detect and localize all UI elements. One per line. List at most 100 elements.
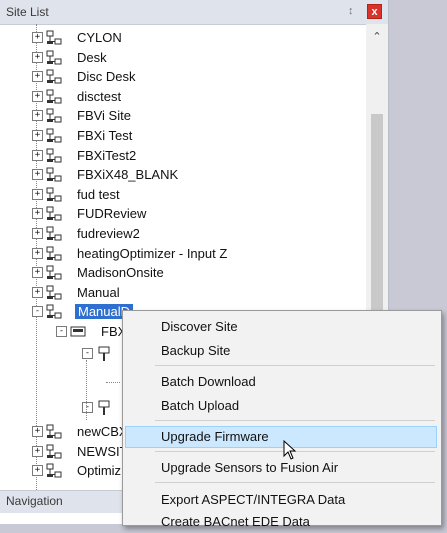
- site-network-icon: [46, 424, 62, 440]
- menu-item-export-aspect-integra-data[interactable]: Export ASPECT/INTEGRA Data: [125, 489, 437, 511]
- tree-branch-line: [106, 382, 120, 383]
- menu-item-backup-site[interactable]: Backup Site: [125, 340, 437, 362]
- expand-icon[interactable]: +: [32, 465, 43, 477]
- tree-node[interactable]: + CYLON: [32, 28, 362, 48]
- expand-icon[interactable]: +: [32, 247, 43, 259]
- tree-node[interactable]: + FBXiTest2: [32, 146, 362, 166]
- collapse-icon[interactable]: -: [32, 306, 43, 318]
- tree-node[interactable]: + heatingOptimizer - Input Z: [32, 244, 362, 264]
- tree-node[interactable]: + MadisonOnsite: [32, 263, 362, 283]
- site-network-icon: [46, 285, 62, 301]
- tree-node[interactable]: + disctest: [32, 87, 362, 107]
- tree-node-label[interactable]: fud test: [77, 187, 120, 202]
- site-network-icon: [46, 148, 62, 164]
- expand-icon[interactable]: +: [32, 149, 43, 161]
- expand-icon[interactable]: +: [32, 169, 43, 181]
- tree-node[interactable]: + Manual: [32, 283, 362, 303]
- site-network-icon: [46, 108, 62, 124]
- tree-node-label[interactable]: Disc Desk: [77, 69, 136, 84]
- expand-icon[interactable]: +: [32, 286, 43, 298]
- menu-item-batch-upload[interactable]: Batch Upload: [125, 395, 437, 417]
- tree-node-label[interactable]: disctest: [77, 89, 121, 104]
- menu-separator: [155, 420, 435, 421]
- scroll-thumb[interactable]: [371, 114, 383, 314]
- site-network-icon: [46, 128, 62, 144]
- tree-branch-line: [86, 360, 87, 420]
- site-network-icon: [46, 444, 62, 460]
- tree-node-label[interactable]: FBXi Test: [77, 128, 132, 143]
- menu-item-discover-site[interactable]: Discover Site: [125, 316, 437, 338]
- tree-node[interactable]: + FUDReview: [32, 204, 362, 224]
- tree-node-label[interactable]: Optimiz: [77, 463, 121, 478]
- tree-node[interactable]: + Desk: [32, 48, 362, 68]
- expand-icon[interactable]: +: [32, 110, 43, 122]
- tree-node[interactable]: + FBXiX48_BLANK: [32, 165, 362, 185]
- expand-icon[interactable]: +: [32, 208, 43, 220]
- expand-icon[interactable]: +: [32, 90, 43, 102]
- menu-item-label: Batch Upload: [161, 398, 240, 413]
- tree-node-label[interactable]: FBXiX48_BLANK: [77, 167, 178, 182]
- expand-icon[interactable]: +: [32, 267, 43, 279]
- menu-item-label: Upgrade Sensors to Fusion Air: [161, 460, 339, 475]
- site-network-icon: [46, 463, 62, 479]
- site-network-icon: [46, 226, 62, 242]
- menu-separator: [155, 365, 435, 366]
- site-network-icon: [46, 69, 62, 85]
- navigation-label: Navigation: [6, 494, 63, 508]
- expand-icon[interactable]: +: [32, 228, 43, 239]
- tree-node-label[interactable]: Manual: [77, 285, 120, 300]
- menu-item-label: Batch Download: [161, 374, 256, 389]
- tree-node[interactable]: + fudreview2: [32, 224, 362, 244]
- tree-node[interactable]: + FBVi Site: [32, 106, 362, 126]
- tree-node-label[interactable]: heatingOptimizer - Input Z: [77, 246, 227, 261]
- collapse-icon[interactable]: -: [56, 326, 67, 337]
- tree-node-label[interactable]: CYLON: [77, 30, 122, 45]
- controller-icon: [70, 324, 86, 340]
- menu-item-label: Backup Site: [161, 343, 231, 358]
- tree-node-label[interactable]: Desk: [77, 50, 107, 65]
- menu-item-upgrade-firmware[interactable]: Upgrade Firmware: [125, 426, 437, 448]
- menu-item-label: Discover Site: [161, 319, 238, 334]
- tree-node-label[interactable]: FBVi Site: [77, 108, 131, 123]
- menu-item-label: Upgrade Firmware: [161, 429, 269, 444]
- tree-node-label[interactable]: newCBX: [77, 424, 128, 439]
- site-network-icon: [46, 304, 62, 320]
- site-network-icon: [46, 167, 62, 183]
- tree-node-label[interactable]: FUDReview: [77, 206, 146, 221]
- menu-item-batch-download[interactable]: Batch Download: [125, 371, 437, 393]
- expand-icon[interactable]: +: [32, 445, 43, 457]
- site-network-icon: [46, 30, 62, 46]
- tree-node-label[interactable]: FBXiTest2: [77, 148, 136, 163]
- site-network-icon: [46, 187, 62, 203]
- menu-item-upgrade-sensors-to-fusion-air[interactable]: Upgrade Sensors to Fusion Air: [125, 457, 437, 479]
- expand-icon[interactable]: +: [32, 32, 43, 43]
- site-network-icon: [46, 89, 62, 105]
- expand-icon[interactable]: +: [32, 71, 43, 83]
- tree-node-label[interactable]: fudreview2: [77, 226, 140, 241]
- collapse-icon[interactable]: -: [82, 402, 93, 413]
- close-icon[interactable]: x: [367, 4, 382, 19]
- scroll-up-icon[interactable]: ⌃: [366, 30, 388, 46]
- pin-icon[interactable]: ↕: [348, 5, 354, 17]
- expand-icon[interactable]: +: [32, 426, 43, 437]
- tree-node-label[interactable]: MadisonOnsite: [77, 265, 164, 280]
- expand-icon[interactable]: +: [32, 188, 43, 200]
- tree-node[interactable]: + Disc Desk: [32, 67, 362, 87]
- expand-icon[interactable]: +: [32, 130, 43, 141]
- panel-title-bar: Site List ↕ x: [0, 0, 388, 25]
- tree-node-label[interactable]: NEWSIT: [77, 444, 128, 459]
- tree-node[interactable]: + FBXi Test: [32, 126, 362, 146]
- site-network-icon: [46, 246, 62, 262]
- expand-icon[interactable]: +: [32, 51, 43, 63]
- menu-item-create-bacnet-ede-data[interactable]: Create BACnet EDE Data: [125, 511, 437, 533]
- menu-separator: [155, 482, 435, 483]
- tree-node[interactable]: + fud test: [32, 185, 362, 205]
- device-icon: [96, 346, 112, 362]
- site-network-icon: [46, 206, 62, 222]
- context-menu: Discover Site Backup Site Batch Download Ba…: [122, 310, 442, 529]
- panel-title: Site List: [6, 5, 49, 19]
- menu-item-label: Export ASPECT/INTEGRA Data: [161, 492, 346, 507]
- mouse-cursor-icon: [283, 440, 297, 460]
- collapse-icon[interactable]: -: [82, 348, 93, 359]
- site-network-icon: [46, 50, 62, 66]
